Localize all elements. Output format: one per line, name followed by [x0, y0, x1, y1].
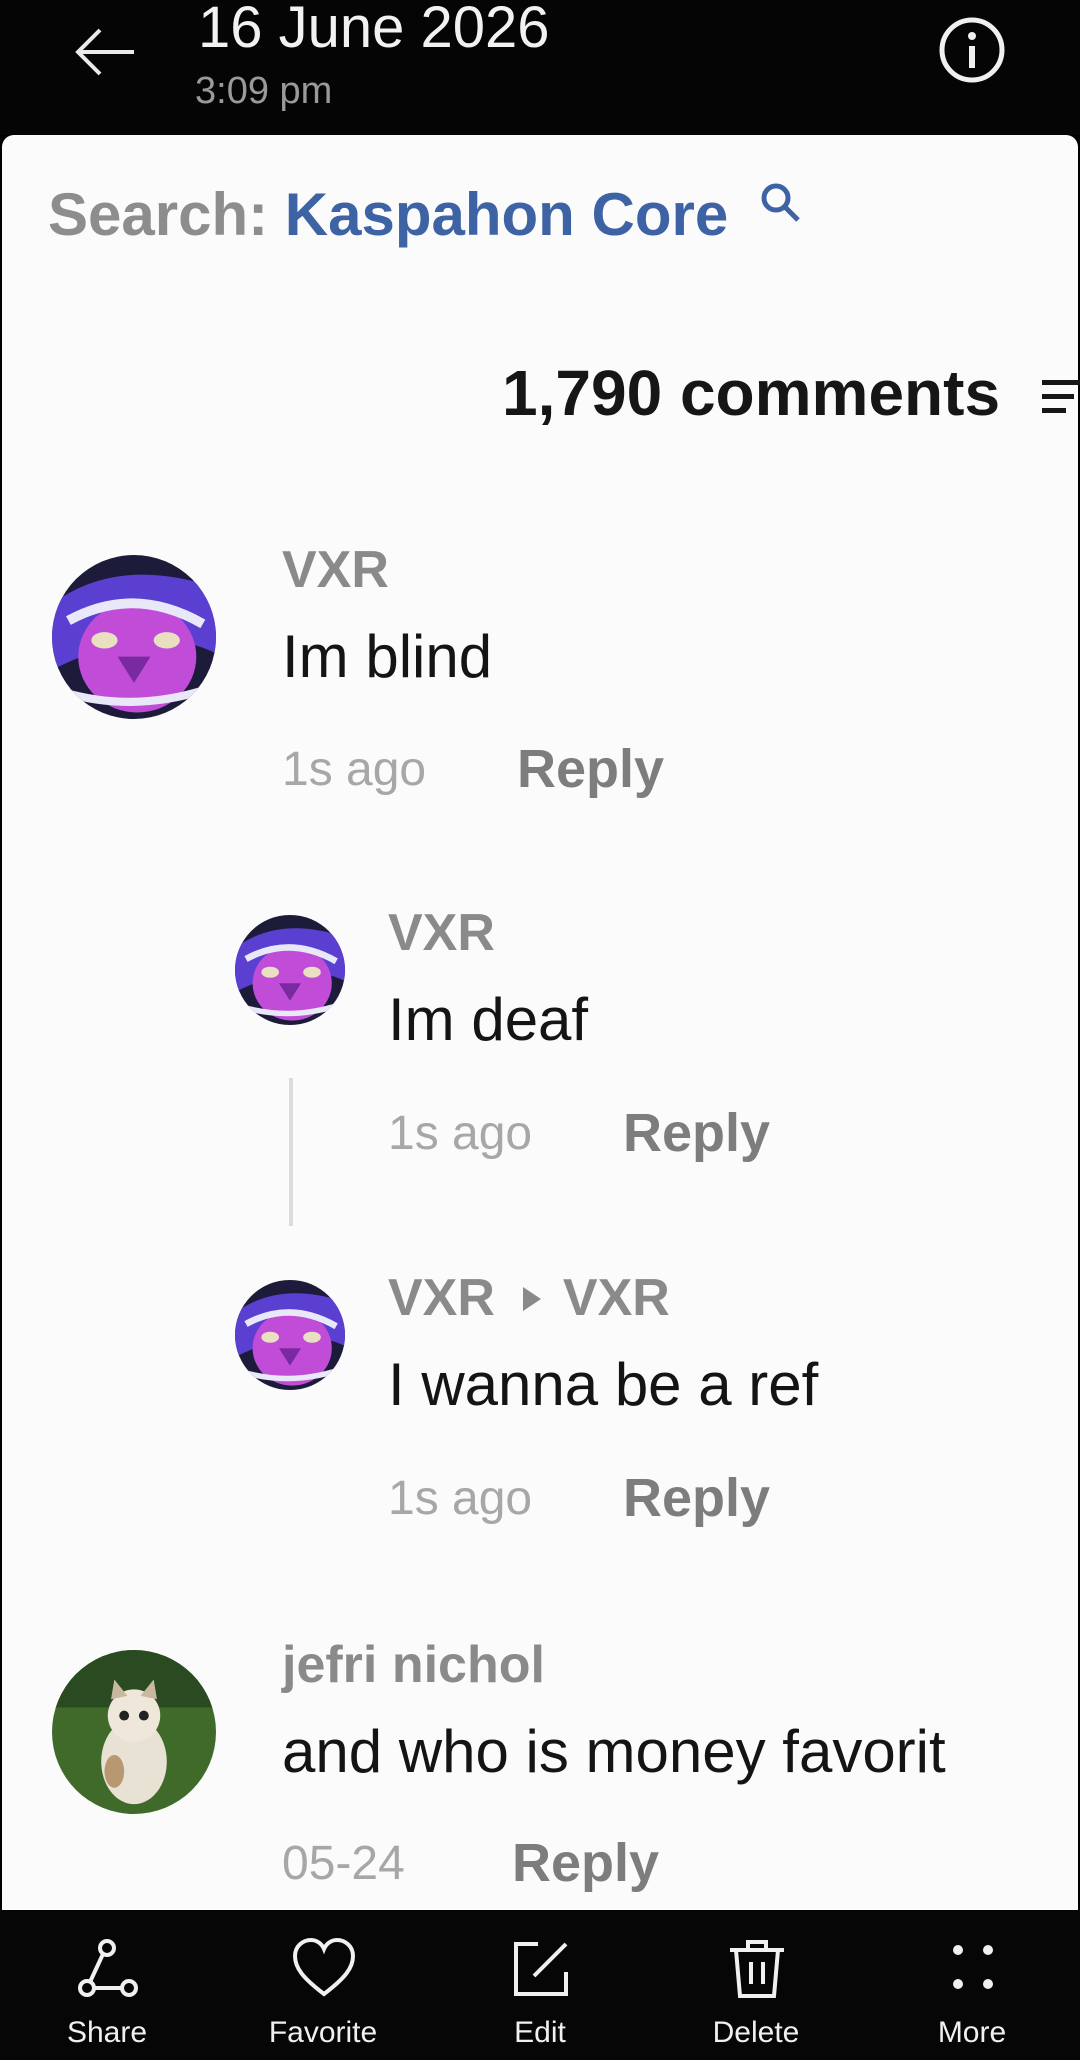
more-label: More	[937, 2016, 1007, 2049]
info-icon[interactable]	[910, 0, 1040, 100]
search-icon	[758, 180, 802, 224]
reply-button[interactable]: Reply	[623, 1102, 770, 1164]
reply-button[interactable]: Reply	[517, 738, 664, 800]
sort-icon	[1042, 378, 1080, 418]
reply-arrow-icon	[522, 1287, 541, 1312]
favorite-label: Favorite	[268, 2016, 378, 2049]
more-button[interactable]: More	[882, 1910, 1062, 2060]
edit-button[interactable]: Edit	[450, 1910, 630, 2060]
avatar	[235, 1280, 345, 1390]
comment-username[interactable]: VXR VXR	[388, 1268, 670, 1328]
comment-time: 1s ago	[282, 743, 427, 796]
action-bar: Share Favorite Edit Delete More	[0, 1910, 1080, 2060]
photo-date: 16 June 2026	[198, 0, 550, 60]
share-button[interactable]: Share	[17, 1910, 197, 2060]
avatar	[52, 1650, 216, 1814]
trash-icon	[730, 1940, 784, 1998]
comment-time: 1s ago	[388, 1107, 533, 1160]
comment-reply-to[interactable]: VXR	[563, 1269, 670, 1327]
favorite-button[interactable]: Favorite	[233, 1910, 413, 2060]
back-arrow-icon[interactable]	[70, 18, 140, 88]
comment-text: I wanna be a ref	[388, 1351, 819, 1418]
comment-time: 1s ago	[388, 1472, 533, 1525]
photo-time: 3:09 pm	[195, 70, 333, 112]
comment-username[interactable]: jefri nichol	[282, 1635, 545, 1695]
avatar	[235, 915, 345, 1025]
search-header: Search: Kaspahon Core	[48, 180, 728, 249]
comment-time: 05-24	[282, 1837, 405, 1890]
comment-author[interactable]: VXR	[388, 1269, 495, 1327]
share-label: Share	[66, 2016, 148, 2049]
gallery-header: 16 June 2026 3:09 pm	[0, 0, 1080, 135]
edit-label: Edit	[514, 2016, 566, 2049]
comment-text: and who is money favorit	[282, 1718, 946, 1785]
share-icon	[78, 1939, 138, 1997]
reply-button[interactable]: Reply	[512, 1832, 659, 1894]
comment-text: Im blind	[282, 623, 493, 690]
reply-button[interactable]: Reply	[623, 1467, 770, 1529]
comment-username[interactable]: VXR	[282, 540, 389, 600]
search-term: Kaspahon Core	[284, 181, 729, 248]
avatar	[52, 555, 216, 719]
comment-text: Im deaf	[388, 986, 589, 1053]
delete-label: Delete	[712, 2016, 800, 2049]
heart-icon	[293, 1938, 355, 1997]
comment-username[interactable]: VXR	[388, 903, 495, 963]
edit-icon	[514, 1942, 568, 1996]
delete-button[interactable]: Delete	[666, 1910, 846, 2060]
comments-count: 1,790 comments	[502, 357, 1001, 429]
thread-line	[289, 1078, 293, 1226]
more-icon	[953, 1945, 993, 1989]
search-label: Search:	[48, 181, 269, 248]
